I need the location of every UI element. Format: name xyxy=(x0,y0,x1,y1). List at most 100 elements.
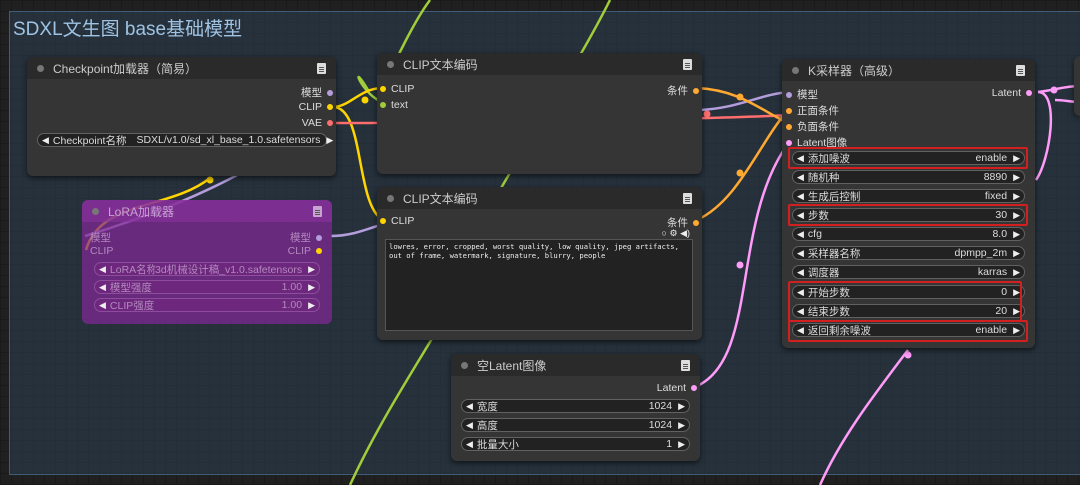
left-arrow-icon[interactable]: ◀ xyxy=(797,229,804,240)
height-widget[interactable]: ◀ 高度 1024 ▶ xyxy=(461,418,690,432)
lora-model-strength[interactable]: ◀ 模型强度 1.00 ▶ xyxy=(94,280,320,294)
left-arrow-icon[interactable]: ◀ xyxy=(797,248,804,259)
cfg-widget[interactable]: ◀ cfg 8.0 ▶ xyxy=(792,227,1025,241)
text-toolbar: ○ ⚙ ◀) xyxy=(662,228,690,239)
right-arrow-icon[interactable]: ▶ xyxy=(326,135,333,146)
ksampler-advanced-node[interactable]: K采样器（高级） 模型 正面条件 负面条件 Latent图像 Latent ◀ … xyxy=(782,59,1035,348)
group-title: SDXL文生图 base基础模型 xyxy=(13,19,243,40)
left-arrow-icon[interactable]: ◀ xyxy=(466,420,473,431)
right-arrow-icon[interactable]: ▶ xyxy=(678,420,685,431)
clip-top-output-conditioning[interactable]: 条件 xyxy=(667,83,699,98)
collapse-dot-icon[interactable] xyxy=(92,207,99,215)
width-widget[interactable]: ◀ 宽度 1024 ▶ xyxy=(461,399,690,413)
left-arrow-icon[interactable]: ◀ xyxy=(99,264,106,275)
lora-clip-strength[interactable]: ◀ CLIP强度 1.00 ▶ xyxy=(94,298,320,312)
prompt-textarea[interactable]: lowres, error, cropped, worst quality, l… xyxy=(385,239,693,331)
clip-text-encode-node-bottom[interactable]: CLIP文本编码 CLIP 条件 ○ ⚙ ◀) lowres, error, c… xyxy=(377,187,702,340)
circle-icon[interactable]: ○ xyxy=(662,228,667,238)
left-arrow-icon[interactable]: ◀ xyxy=(42,135,49,146)
widget-value: 1.00 xyxy=(281,281,303,293)
lora-input-model-label: 模型 xyxy=(90,232,111,244)
output-label: CLIP xyxy=(298,101,322,113)
lora-input-model[interactable]: 模型 xyxy=(90,230,111,245)
right-arrow-icon[interactable]: ▶ xyxy=(1013,191,1020,202)
empty-latent-header[interactable]: 空Latent图像 xyxy=(451,354,700,376)
widget-value: 1.00 xyxy=(281,299,303,311)
document-icon[interactable] xyxy=(683,58,692,70)
lora-node-header[interactable]: LoRA加载器 xyxy=(82,200,332,222)
right-arrow-icon[interactable]: ▶ xyxy=(308,300,315,311)
right-arrow-icon[interactable]: ▶ xyxy=(308,264,315,275)
left-arrow-icon[interactable]: ◀ xyxy=(466,439,473,450)
checkpoint-output-model[interactable]: 模型 xyxy=(301,85,333,100)
gear-icon[interactable]: ⚙ xyxy=(669,228,677,238)
clip-bottom-input-clip[interactable]: CLIP xyxy=(380,215,414,227)
collapse-dot-icon[interactable] xyxy=(37,64,44,72)
collapse-dot-icon[interactable] xyxy=(387,60,394,68)
checkpoint-output-vae[interactable]: VAE xyxy=(302,117,333,129)
left-arrow-icon[interactable]: ◀ xyxy=(466,401,473,412)
highlight-box-steps xyxy=(788,204,1028,226)
scheduler-widget[interactable]: ◀ 调度器 karras ▶ xyxy=(792,265,1025,279)
right-arrow-icon[interactable]: ▶ xyxy=(1013,229,1020,240)
left-arrow-icon[interactable]: ◀ xyxy=(99,300,106,311)
speaker-icon[interactable]: ◀) xyxy=(680,228,690,238)
ksampler-input-positive[interactable]: 正面条件 xyxy=(786,103,839,118)
right-arrow-icon[interactable]: ▶ xyxy=(308,282,315,293)
right-arrow-icon[interactable]: ▶ xyxy=(1013,267,1020,278)
clip-top-input-clip[interactable]: CLIP xyxy=(380,83,414,95)
batch-size-widget[interactable]: ◀ 批量大小 1 ▶ xyxy=(461,437,690,451)
document-icon[interactable] xyxy=(313,205,322,217)
empty-latent-title: 空Latent图像 xyxy=(477,358,547,373)
collapse-dot-icon[interactable] xyxy=(461,361,468,369)
widget-value: fixed xyxy=(984,190,1008,202)
input-label: CLIP xyxy=(391,83,415,95)
output-label: Latent xyxy=(656,382,686,394)
ksampler-header[interactable]: K采样器（高级） xyxy=(782,59,1035,81)
checkpoint-name-combo[interactable]: ◀ Checkpoint名称 SDXL/v1.0/sd_xl_base_1.0.… xyxy=(37,133,333,147)
ksampler-output-latent[interactable]: Latent xyxy=(992,87,1032,99)
document-icon[interactable] xyxy=(317,62,326,74)
right-arrow-icon[interactable]: ▶ xyxy=(678,439,685,450)
left-arrow-icon[interactable]: ◀ xyxy=(797,191,804,202)
sampler-name-widget[interactable]: ◀ 采样器名称 dpmpp_2m ▶ xyxy=(792,246,1025,260)
right-arrow-icon[interactable]: ▶ xyxy=(678,401,685,412)
empty-latent-node[interactable]: 空Latent图像 Latent ◀ 宽度 1024 ▶ ◀ 高度 1024 ▶… xyxy=(451,354,700,461)
left-arrow-icon[interactable]: ◀ xyxy=(797,172,804,183)
widget-label: CLIP强度 xyxy=(109,299,155,312)
clip-text-encode-node-top[interactable]: CLIP文本编码 CLIP text 条件 xyxy=(377,53,702,174)
checkpoint-output-clip[interactable]: CLIP xyxy=(299,101,333,113)
widget-label: 宽度 xyxy=(476,400,498,413)
widget-label: Checkpoint名称 xyxy=(52,134,127,147)
control-after-generate-widget[interactable]: ◀ 生成后控制 fixed ▶ xyxy=(792,189,1025,203)
widget-label: cfg xyxy=(807,228,822,240)
checkpoint-loader-node[interactable]: Checkpoint加载器（简易） 模型 CLIP VAE ◀ Checkpoi… xyxy=(27,57,336,176)
document-icon[interactable] xyxy=(681,359,690,371)
lora-output-model-label: 模型 xyxy=(290,232,311,244)
ksampler-input-negative[interactable]: 负面条件 xyxy=(786,119,839,134)
collapse-dot-icon[interactable] xyxy=(387,194,394,202)
left-arrow-icon[interactable]: ◀ xyxy=(797,267,804,278)
lora-name-combo[interactable]: ◀ LoRA名称 3d机械设计稿_v1.0.safetensors ▶ xyxy=(94,262,320,276)
clip-top-node-header[interactable]: CLIP文本编码 xyxy=(377,53,702,75)
ksampler-input-model[interactable]: 模型 xyxy=(786,87,818,102)
collapse-dot-icon[interactable] xyxy=(792,66,799,74)
seed-widget[interactable]: ◀ 随机种 8890 ▶ xyxy=(792,170,1025,184)
offscreen-node-edge[interactable] xyxy=(1074,56,1080,116)
lora-loader-node[interactable]: LoRA加载器 模型 CLIP 模型 CLIP ◀ LoRA名称 3d机械设计稿… xyxy=(82,200,332,324)
document-icon[interactable] xyxy=(683,192,692,204)
left-arrow-icon[interactable]: ◀ xyxy=(99,282,106,293)
right-arrow-icon[interactable]: ▶ xyxy=(1013,172,1020,183)
empty-latent-output[interactable]: Latent xyxy=(657,382,697,394)
clip-bottom-node-header[interactable]: CLIP文本编码 xyxy=(377,187,702,209)
lora-input-clip[interactable]: CLIP xyxy=(90,245,113,257)
checkpoint-node-header[interactable]: Checkpoint加载器（简易） xyxy=(27,57,336,79)
right-arrow-icon[interactable]: ▶ xyxy=(1013,248,1020,259)
clip-top-input-text[interactable]: text xyxy=(380,99,408,111)
document-icon[interactable] xyxy=(1016,64,1025,76)
lora-node-title: LoRA加载器 xyxy=(108,204,175,219)
widget-label: 高度 xyxy=(476,419,498,432)
lora-output-model[interactable]: 模型 xyxy=(290,230,322,245)
lora-output-clip[interactable]: CLIP xyxy=(288,245,322,257)
highlight-box-start-end-steps xyxy=(788,281,1022,322)
